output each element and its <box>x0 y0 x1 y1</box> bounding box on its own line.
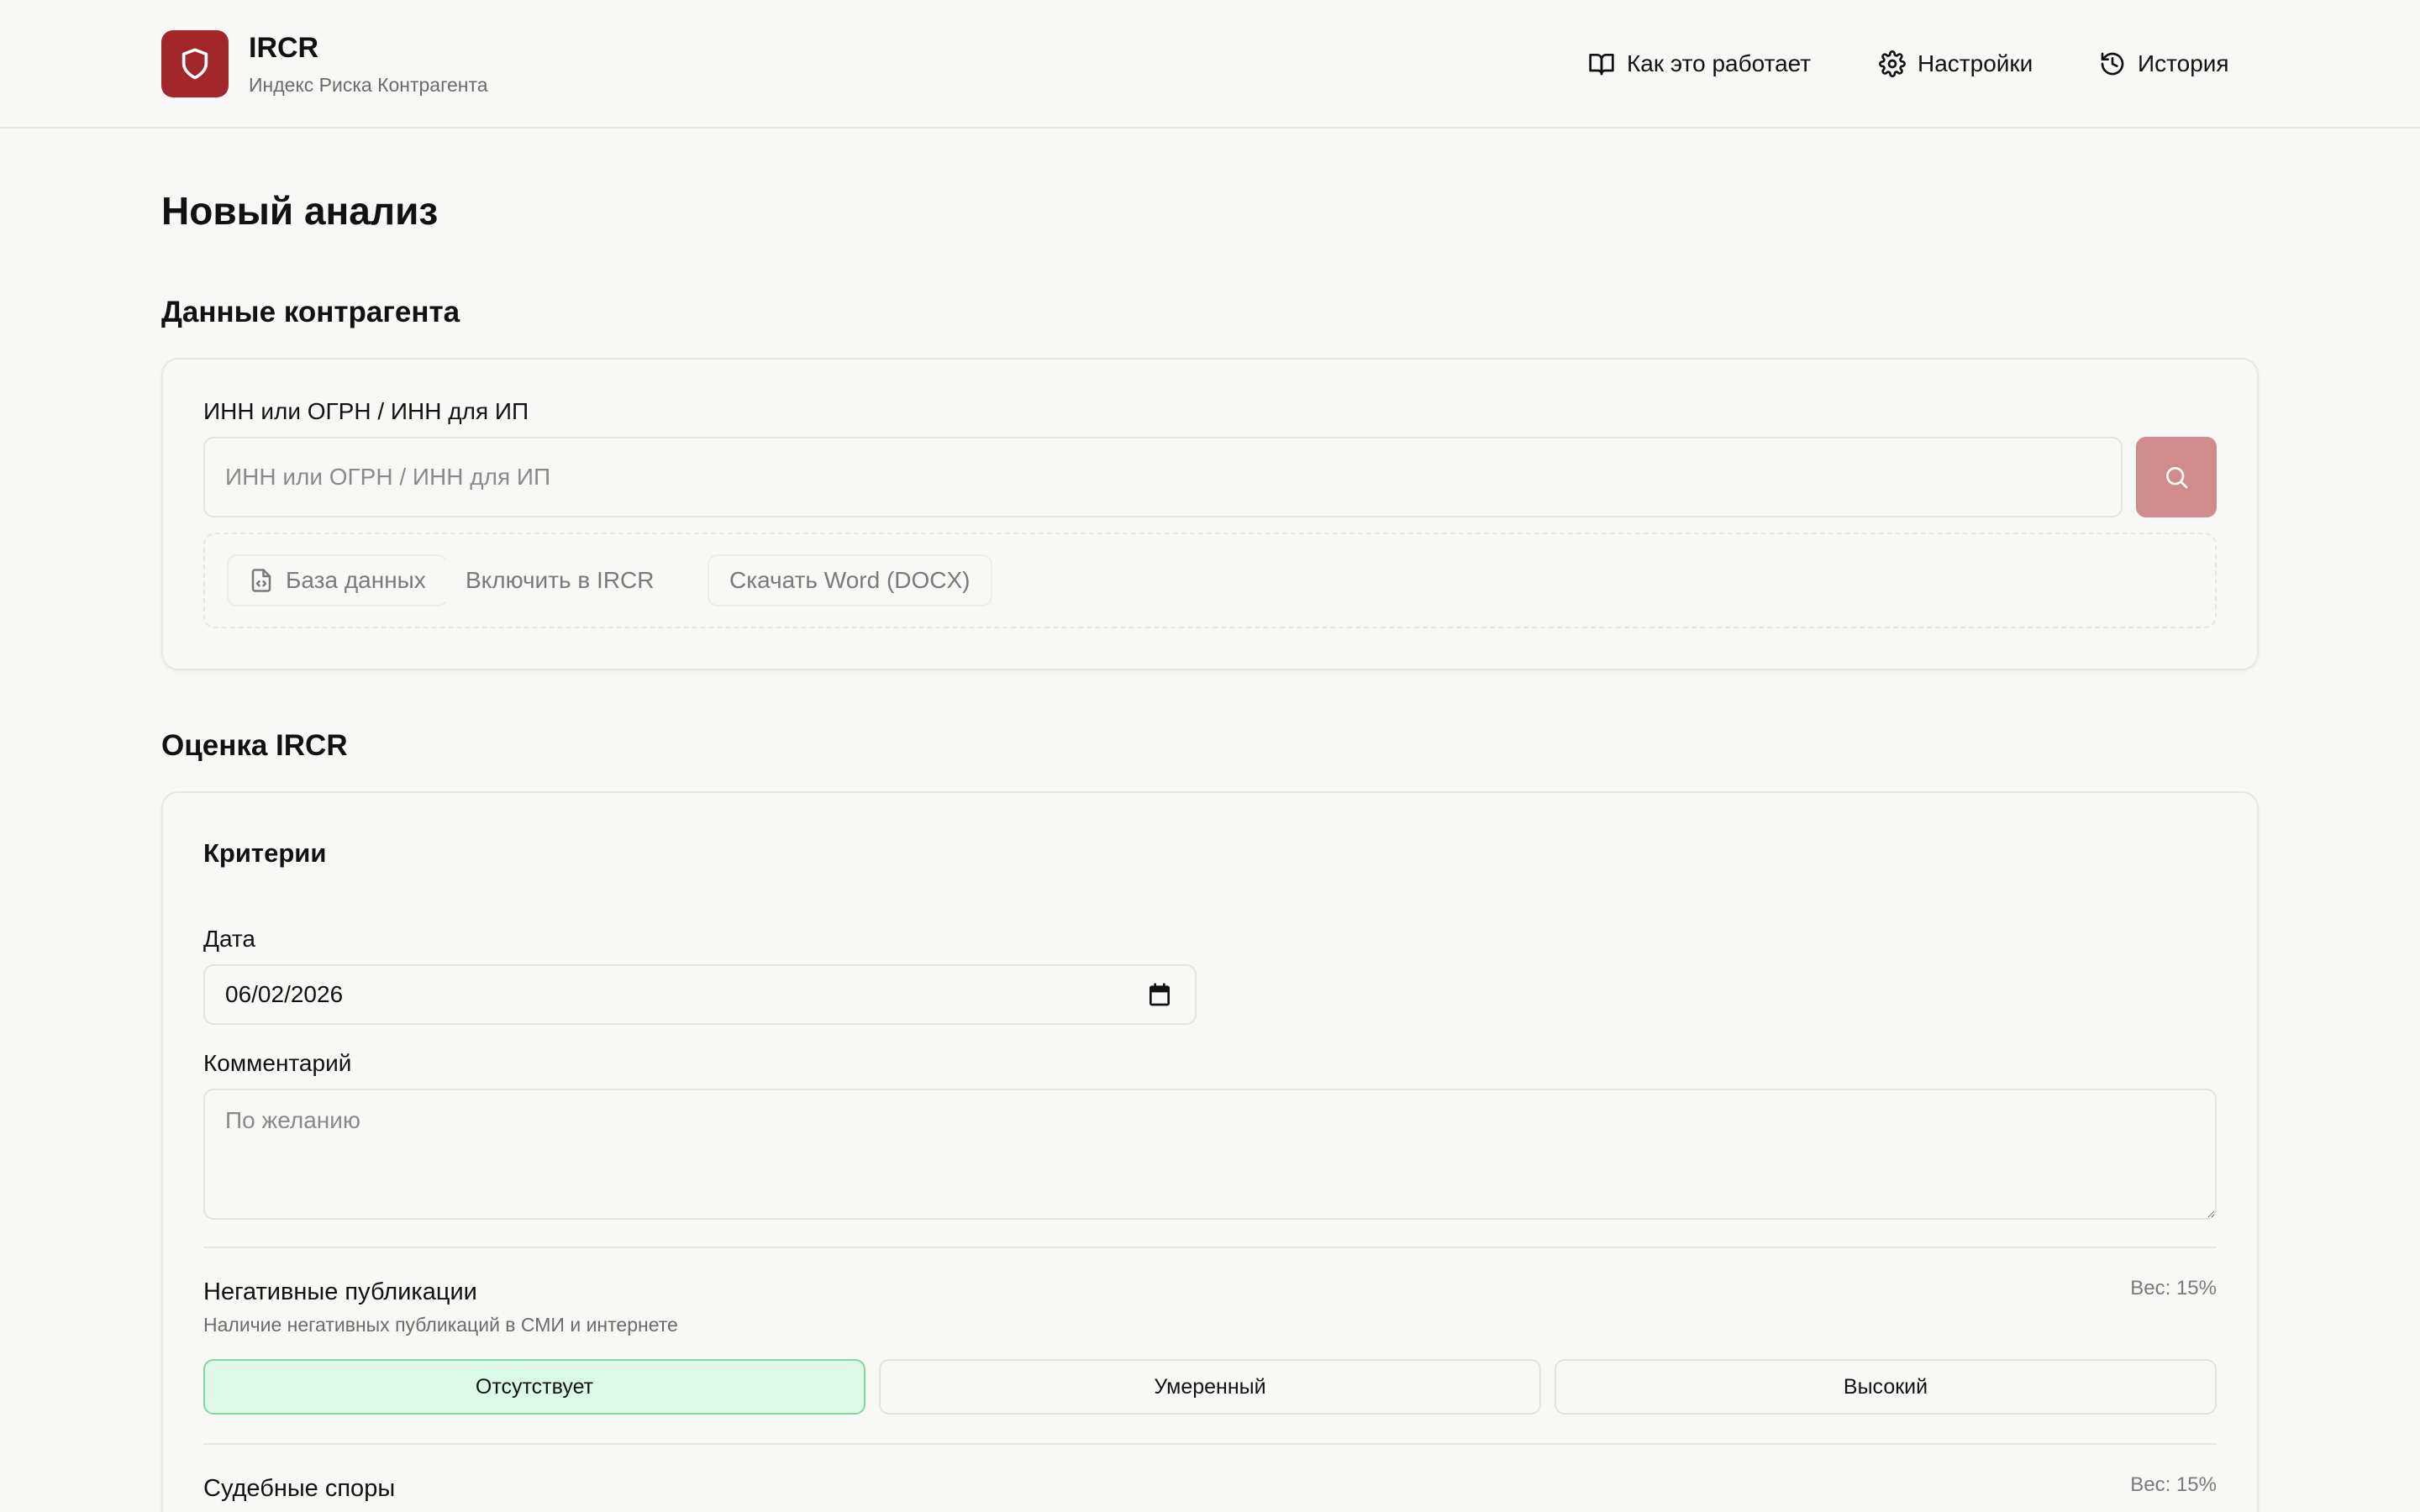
option-high[interactable]: Высокий <box>1555 1359 2217 1415</box>
option-label: Высокий <box>1843 1374 1928 1399</box>
nav-label: Настройки <box>1918 50 2033 76</box>
date-input[interactable] <box>203 964 1197 1025</box>
option-label: Отсутствует <box>475 1374 594 1399</box>
option-none[interactable]: Отсутствует <box>203 1359 865 1415</box>
option-label: Умеренный <box>1154 1374 1266 1399</box>
inn-input[interactable] <box>203 437 2123 517</box>
calendar-icon[interactable] <box>1146 981 1173 1008</box>
chip-label: Скачать Word (DOCX) <box>729 567 971 593</box>
divider <box>203 1443 2217 1445</box>
counterparty-section-title: Данные контрагента <box>161 296 460 328</box>
criterion-title: Негативные публикации <box>203 1278 477 1305</box>
assessment-section-title: Оценка IRCR <box>161 729 348 762</box>
criterion-title: Судебные споры <box>203 1475 396 1502</box>
database-button[interactable]: База данных <box>227 554 448 606</box>
shield-icon <box>182 48 208 80</box>
option-moderate[interactable]: Умеренный <box>879 1359 1541 1415</box>
nav-label: История <box>2138 50 2229 76</box>
chip-label: Включить в IRCR <box>466 567 655 593</box>
history-icon <box>2101 52 2124 76</box>
inn-field-label: ИНН или ОГРН / ИНН для ИП <box>203 398 529 424</box>
nav-settings[interactable]: Настройки <box>1879 47 2033 81</box>
app-header: IRCR Индекс Риска Контрагента Как это ра… <box>0 0 2420 129</box>
gear-icon <box>1879 50 1906 77</box>
app-logo <box>161 30 229 97</box>
criterion-description: Наличие негативных публикаций в СМИ и ин… <box>203 1314 678 1336</box>
brand-subtitle: Индекс Риска Контрагента <box>249 74 488 96</box>
criteria-title: Критерии <box>203 838 327 868</box>
file-code-icon <box>251 569 271 592</box>
criterion-weight: Вес: 15% <box>2130 1277 2217 1299</box>
actions-panel: База данных Включить в IRCR Скачать Word… <box>203 533 2217 628</box>
nav-label: Как это работает <box>1627 50 1812 76</box>
search-icon <box>2166 467 2188 489</box>
brand-title: IRCR <box>249 32 319 64</box>
divider <box>203 1247 2217 1248</box>
chip-label: База данных <box>286 567 426 593</box>
include-in-ircr-button[interactable]: Включить в IRCR <box>444 554 676 606</box>
comment-textarea[interactable] <box>203 1089 2217 1220</box>
download-docx-button[interactable]: Скачать Word (DOCX) <box>708 554 992 606</box>
criterion-weight: Вес: 15% <box>2130 1473 2217 1496</box>
nav-how-it-works[interactable]: Как это работает <box>1588 47 1811 81</box>
comment-label: Комментарий <box>203 1050 352 1076</box>
nav-history[interactable]: История <box>2099 47 2229 81</box>
book-icon <box>1589 53 1614 76</box>
search-button[interactable] <box>2136 437 2217 517</box>
date-label: Дата <box>203 926 256 952</box>
page-title: Новый анализ <box>161 189 439 233</box>
